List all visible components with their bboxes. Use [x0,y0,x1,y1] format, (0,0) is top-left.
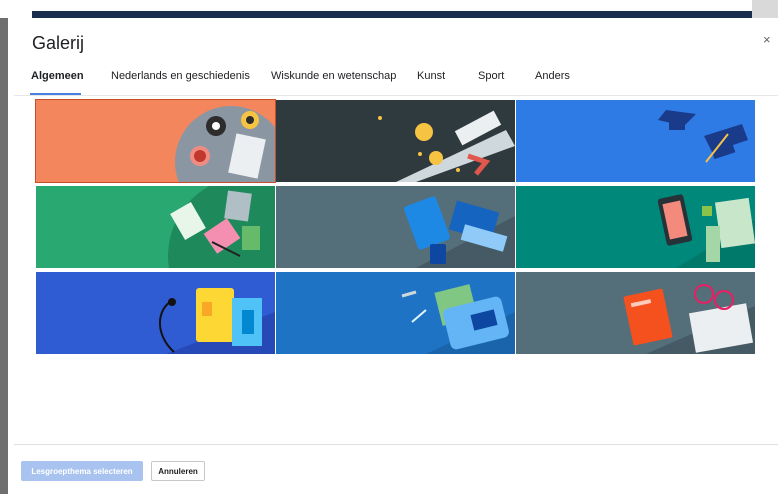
graduation-caps-theme-image [516,100,755,182]
background-window-edge [0,0,8,494]
headphones-notebook-theme-image [36,272,275,354]
dialog-footer: Lesgroepthema selecteren Annuleren [14,444,778,494]
tab-kunst[interactable]: Kunst [417,70,445,82]
background-header-bar [32,11,758,18]
theme-tile-phone[interactable] [516,186,755,268]
gallery-dialog: Galerij × Algemeen Nederlands en geschie… [14,18,778,494]
backpack-theme-image [276,272,515,354]
cancel-button[interactable]: Annuleren [151,461,205,481]
theme-tile-laptop[interactable] [276,186,515,268]
theme-tile-headphones[interactable] [36,272,275,354]
books-notebooks-theme-image [36,186,275,268]
theme-gallery-grid [34,99,758,354]
select-theme-button[interactable]: Lesgroepthema selecteren [21,461,143,481]
book-glasses-newspaper-theme-image [516,272,755,354]
tea-breakfast-theme-image [36,100,275,182]
active-tab-indicator [30,93,81,95]
theme-tile-book-glasses[interactable] [516,272,755,354]
tab-algemeen[interactable]: Algemeen [31,70,84,82]
dialog-title: Galerij [32,33,85,53]
tab-sport[interactable]: Sport [478,70,504,82]
theme-tile-graduation-diploma[interactable] [276,100,515,182]
phone-notes-theme-image [516,186,755,268]
theme-tile-books[interactable] [36,186,275,268]
background-header-end [752,0,778,18]
theme-tile-graduation-caps[interactable] [516,100,755,182]
laptop-tablet-theme-image [276,186,515,268]
graduation-diploma-theme-image [276,100,515,182]
tab-nederlands-en-geschiedenis[interactable]: Nederlands en geschiedenis [111,70,250,82]
background-window-header [0,0,778,18]
category-tabs: Algemeen Nederlands en geschiedenis Wisk… [14,66,778,96]
theme-tile-tea[interactable] [35,99,276,183]
tab-anders[interactable]: Anders [535,70,570,82]
close-icon[interactable]: × [763,32,771,47]
tab-wiskunde-en-wetenschap[interactable]: Wiskunde en wetenschap [271,70,396,82]
theme-tile-backpack[interactable] [276,272,515,354]
